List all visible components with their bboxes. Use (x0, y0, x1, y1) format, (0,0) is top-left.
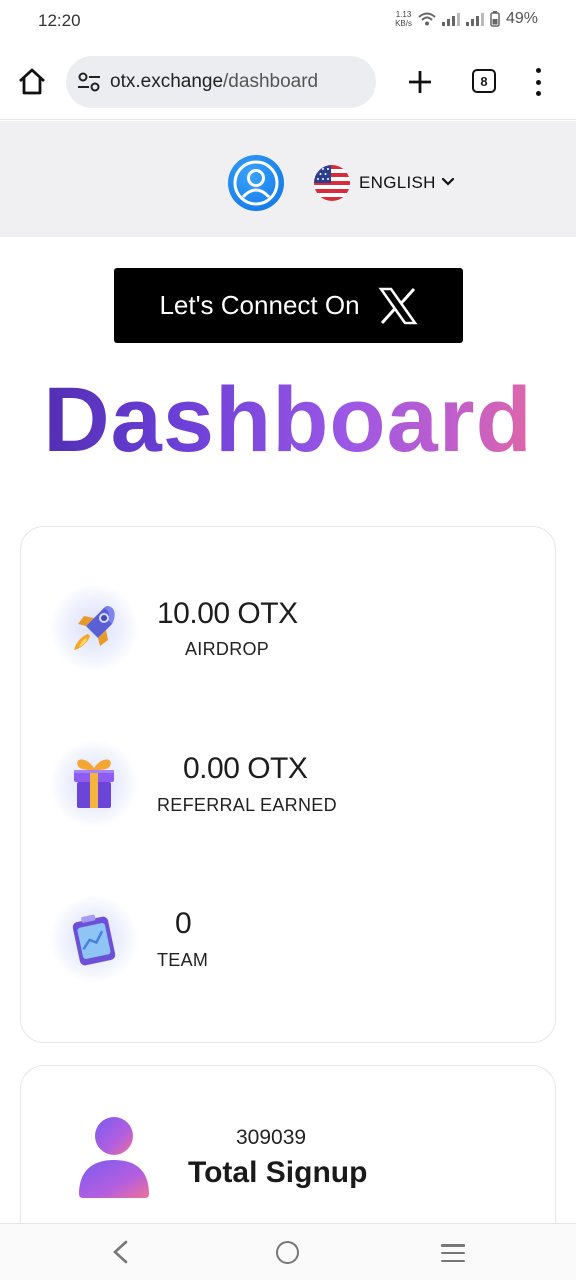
team-value: 0 (175, 907, 192, 940)
signal-icon (441, 12, 460, 26)
plus-icon[interactable] (404, 66, 436, 98)
stat-team: 0 TEAM (21, 882, 557, 1002)
user-icon (79, 1117, 149, 1198)
page-title: Dashboard (0, 368, 576, 473)
home-icon[interactable] (16, 66, 48, 98)
status-icons: 1.13 KB/s 49% (395, 10, 538, 28)
connect-x-button[interactable]: Let's Connect On (114, 268, 463, 343)
status-bar: 12:20 1.13 KB/s 49% (0, 0, 576, 44)
language-selector[interactable]: ENGLISH (359, 173, 436, 193)
chevron-down-icon[interactable] (440, 173, 456, 189)
us-flag-icon[interactable] (314, 165, 350, 201)
system-nav-bar (0, 1223, 576, 1280)
browser-toolbar: otx.exchange/dashboard 8 (0, 44, 576, 120)
airdrop-value: 10.00 OTX (157, 597, 298, 630)
more-vert-icon[interactable] (530, 68, 546, 96)
battery-percent: 49% (505, 10, 538, 27)
signal-icon (465, 12, 484, 26)
site-header: ENGLISH (0, 121, 576, 237)
status-time: 12:20 (38, 11, 81, 30)
address-bar[interactable]: otx.exchange/dashboard (66, 56, 376, 108)
menu-icon[interactable] (441, 1244, 465, 1262)
referral-value: 0.00 OTX (183, 752, 308, 785)
user-avatar-icon[interactable] (228, 155, 284, 211)
stat-referral: 0.00 OTX REFERRAL EARNED (21, 727, 557, 847)
team-label: TEAM (157, 950, 209, 970)
signup-count: 309039 (236, 1126, 307, 1149)
battery-icon (490, 11, 500, 27)
rocket-icon (49, 583, 139, 673)
referral-label: REFERRAL EARNED (157, 795, 337, 815)
airdrop-label: AIRDROP (185, 639, 270, 659)
site-settings-icon[interactable] (76, 69, 102, 95)
stats-card: 10.00 OTX AIRDROP 0.00 OTX REFERRAL EARN… (20, 526, 556, 1043)
back-icon[interactable] (108, 1238, 132, 1266)
x-logo-icon (378, 287, 418, 324)
signup-label: Total Signup (188, 1156, 368, 1189)
home-circle-icon[interactable] (276, 1241, 299, 1264)
stat-airdrop: 10.00 OTX AIRDROP (21, 573, 557, 693)
gift-icon (49, 739, 139, 829)
tabs-icon[interactable]: 8 (472, 69, 496, 93)
url-text[interactable]: otx.exchange/dashboard (110, 71, 318, 93)
wifi-icon (418, 12, 436, 26)
network-speed: 1.13 KB/s (395, 10, 412, 28)
clipboard-chart-icon (49, 894, 139, 984)
connect-label: Let's Connect On (159, 290, 360, 320)
